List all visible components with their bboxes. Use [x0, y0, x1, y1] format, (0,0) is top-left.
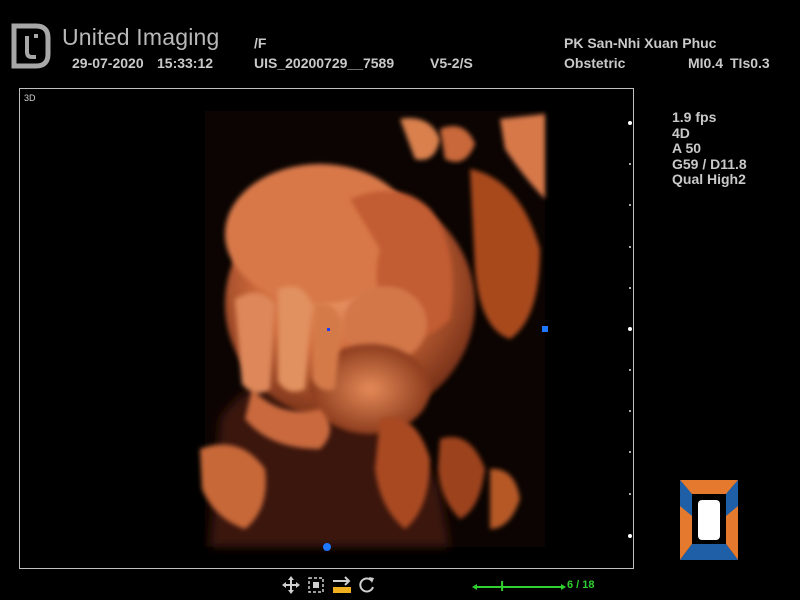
fetal-3d-render	[200, 111, 548, 551]
thermal-index: TIs0.3	[730, 55, 770, 71]
imaging-mode: 4D	[672, 124, 690, 141]
mode-label: 3D	[24, 93, 36, 103]
institution-name: PK San-Nhi Xuan Phuc	[564, 35, 717, 51]
imaging-parameters: 1.9 fps 4D A 50 G59 / D11.8 Qual High2	[672, 109, 747, 188]
probe-name: V5-2/S	[430, 55, 473, 71]
exam-time: 15:33:12	[157, 55, 214, 71]
gain-depth: G59 / D11.8	[672, 155, 747, 172]
united-imaging-logo-icon	[11, 23, 51, 69]
orientation-cube-icon[interactable]	[676, 476, 742, 566]
exam-type: Obstetric	[564, 55, 626, 71]
cine-loop-slider[interactable]	[472, 578, 566, 592]
crop-select-icon[interactable]	[305, 575, 327, 595]
frame-rate: 1.9 fps	[672, 109, 717, 125]
study-id: UIS_20200729__7589	[254, 55, 395, 71]
move-icon[interactable]	[280, 575, 302, 595]
imaging-viewport[interactable]: 3D	[19, 88, 634, 569]
angle-value: A 50	[672, 140, 702, 156]
exam-date: 29-07-2020	[72, 55, 144, 71]
quality-setting: Qual High2	[672, 171, 746, 187]
preset-suffix: /F	[254, 35, 267, 51]
brand-name: United Imaging	[62, 24, 220, 50]
mechanical-index: MI0.4	[688, 55, 724, 71]
swap-arrows-icon[interactable]	[331, 575, 353, 595]
frame-counter: 6 / 18	[567, 579, 595, 591]
rotate-icon[interactable]	[356, 575, 378, 595]
